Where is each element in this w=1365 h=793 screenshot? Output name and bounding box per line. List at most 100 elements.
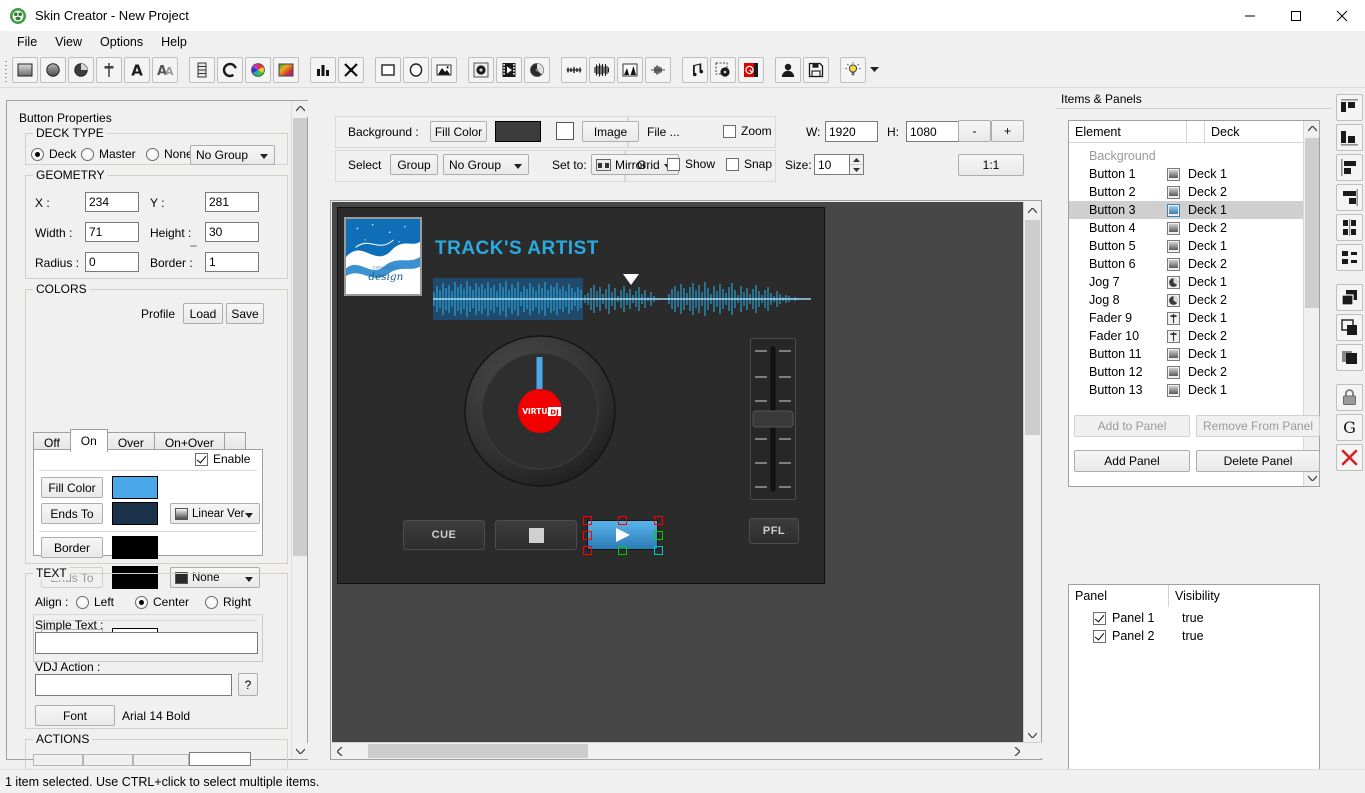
canvas-scroll-left-arrow[interactable] [332,743,348,759]
group-select-combo[interactable]: No Group [190,145,275,165]
vdj-action-help-button[interactable]: ? [238,673,258,696]
selection-handle-br[interactable] [654,546,663,555]
none-radio[interactable]: None [146,147,193,161]
panel-1-visibility-checkbox[interactable] [1093,611,1106,625]
menu-help[interactable]: Help [152,33,196,51]
align-left-button[interactable] [1336,154,1363,181]
left-scroll-down-arrow[interactable] [292,743,308,759]
y-input[interactable]: 281 [205,192,259,212]
canvas-scroll-down-arrow[interactable] [1024,726,1041,743]
group-combo[interactable]: No Group [443,154,529,175]
canvas-hscroll-thumb[interactable] [368,744,588,758]
vumeter-tool[interactable] [310,56,336,83]
actions-cell-4[interactable] [189,752,251,766]
panel-row-1[interactable]: Panel 1 true [1069,609,1319,627]
zoom-checkbox[interactable]: Zoom [723,124,772,138]
zoom-checkbox-box[interactable] [723,124,736,138]
list-item-jog-7[interactable]: Jog 7 Deck 1 [1069,273,1304,291]
menu-file[interactable]: File [8,33,46,51]
list-item-fader-10[interactable]: Fader 10 Deck 2 [1069,327,1304,345]
list-item-button-6[interactable]: Button 6 Deck 2 [1069,255,1304,273]
deck-column-header[interactable]: Deck [1205,121,1304,143]
selection-handle-tm[interactable] [618,516,627,525]
fill-ends-to-swatch[interactable] [112,502,158,525]
stop-button[interactable] [495,520,577,550]
align-center-radio-dot[interactable] [135,595,148,609]
list-item-button-1[interactable]: Button 1 Deck 1 [1069,165,1304,183]
icon-column-header[interactable] [1187,121,1205,143]
align-top-left-button[interactable] [1336,94,1363,121]
actions-cell-3[interactable] [133,754,189,766]
selection-handle-mr[interactable] [654,531,663,540]
fader-tool[interactable] [96,56,122,83]
border-color-button[interactable]: Border [41,537,103,558]
align-right-radio-dot[interactable] [205,595,218,609]
album-art[interactable]: Compact disc design [344,217,422,296]
visibility-column-header[interactable]: Visibility [1169,585,1319,607]
background-second-swatch[interactable] [556,122,574,140]
lock-button[interactable] [1336,384,1363,411]
grid-show-checkbox[interactable]: Show [667,157,715,171]
deck-radio[interactable]: Deck [31,147,76,161]
circle-button-tool[interactable] [40,56,66,83]
left-scroll-thumb[interactable] [293,118,307,556]
element-scroll-up-arrow[interactable] [1304,121,1319,137]
x-input[interactable]: 234 [85,192,139,212]
list-item-button-2[interactable]: Button 2 Deck 2 [1069,183,1304,201]
pitch-fader[interactable] [750,338,796,500]
toolbar-overflow-arrow[interactable] [867,57,881,83]
deck-radio-dot[interactable] [31,147,44,161]
grid-snap-checkbox[interactable]: Snap [726,157,772,171]
element-scroll-down-arrow[interactable] [1304,470,1319,486]
canvas-vertical-scrollbar[interactable] [1023,202,1041,743]
cbg-tool[interactable] [617,56,643,83]
fill-gradient-combo[interactable]: Linear Ver [170,503,260,524]
image-tool[interactable] [431,56,457,83]
enable-checkbox-box[interactable] [195,452,208,466]
align-left-radio[interactable]: Left [76,595,114,609]
maximize-button[interactable] [1273,0,1319,31]
background-image-button[interactable]: Image [582,121,639,142]
distribute-vertical-button[interactable] [1336,244,1363,271]
ellipse-shape-tool[interactable] [403,56,429,83]
hint-tool[interactable] [840,56,866,83]
left-panel-scrollbar[interactable] [291,101,308,759]
tab-on[interactable]: On [69,429,108,452]
user-tool[interactable] [775,56,801,83]
knob-ring-tool[interactable] [217,56,243,83]
grid-size-spin-up[interactable] [850,155,863,164]
align-right-radio[interactable]: Right [205,595,251,609]
fill-ends-to-button[interactable]: Ends To [41,503,103,524]
align-left-radio-dot[interactable] [76,595,89,609]
list-item-fader-9[interactable]: Fader 9 Deck 1 [1069,309,1304,327]
group-button[interactable]: Group [390,154,438,175]
group-button-vertical[interactable]: G [1336,414,1363,441]
send-backward-button[interactable] [1336,314,1363,341]
disc-tool[interactable] [524,56,550,83]
background-color-swatch[interactable] [495,121,541,142]
list-item-button-11[interactable]: Button 11 Deck 1 [1069,345,1304,363]
canvas-viewport[interactable]: Compact disc design TRACK'S ARTIST VIRTU… [332,202,1025,743]
grid-show-checkbox-box[interactable] [667,157,680,171]
list-item-jog-8[interactable]: Jog 8 Deck 2 [1069,291,1304,309]
add-panel-button[interactable]: Add Panel [1074,450,1190,472]
master-radio-dot[interactable] [81,147,94,161]
color-wheel-tool[interactable] [245,56,271,83]
jog-tool[interactable] [68,56,94,83]
text-style-tool[interactable]: AA [152,56,178,83]
cd-display-tool[interactable] [468,56,494,83]
canvas-horizontal-scrollbar[interactable] [332,742,1042,758]
canvas-vscroll-thumb[interactable] [1025,220,1040,435]
list-item-button-4[interactable]: Button 4 Deck 2 [1069,219,1304,237]
enable-checkbox[interactable]: Enable [195,452,250,466]
master-radio[interactable]: Master [81,147,136,161]
gradient-tool[interactable] [273,56,299,83]
waveform-display[interactable] [433,274,815,320]
width-input[interactable]: 71 [85,222,139,242]
menu-view[interactable]: View [46,33,91,51]
panel-column-header[interactable]: Panel [1069,585,1169,607]
save-profile-button[interactable]: Save [226,303,264,324]
list-item-button-12[interactable]: Button 12 Deck 2 [1069,363,1304,381]
rect-button-tool[interactable] [12,56,38,83]
rect-shape-tool[interactable] [375,56,401,83]
